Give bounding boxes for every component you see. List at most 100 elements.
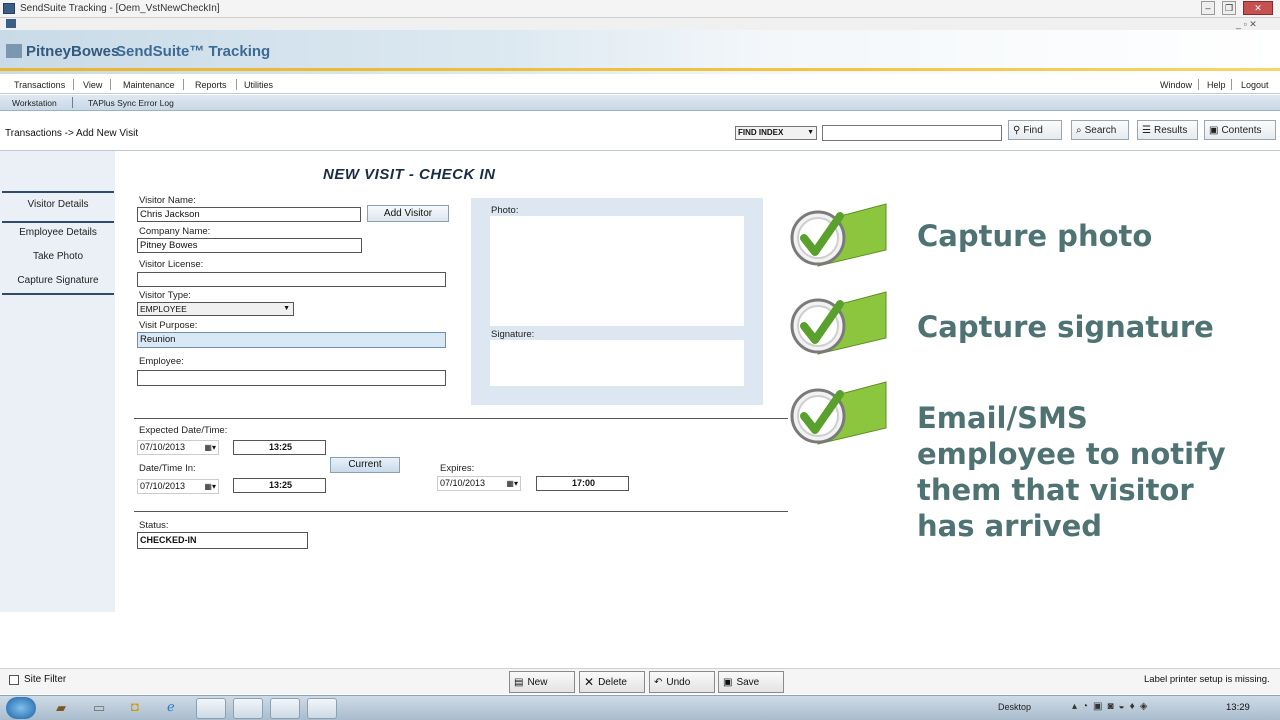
signature-area[interactable]	[490, 340, 744, 386]
mdi-controls[interactable]: _ ▫ ✕	[1236, 19, 1257, 30]
new-label: New	[527, 676, 548, 688]
media-panel: Photo: Signature:	[471, 198, 763, 405]
left-nav-panel: Visitor Details Employee Details Take Ph…	[0, 151, 115, 612]
search-button[interactable]: ⌕ Search	[1071, 120, 1129, 140]
expires-time-field[interactable]: 17:00	[536, 476, 629, 491]
bottom-bar: Site Filter ▤ New ✕ Delete ↶ Undo ▣ Save Lab…	[0, 668, 1280, 694]
save-button[interactable]: ▣ Save	[718, 671, 784, 693]
calendar-icon[interactable]: ▦▾	[204, 480, 216, 493]
save-label: Save	[736, 676, 760, 688]
minimize-icon[interactable]: –	[1201, 1, 1215, 15]
find-index-select[interactable]: FIND INDEX ▼	[735, 126, 817, 140]
visit-purpose-label: Visit Purpose:	[139, 320, 198, 331]
visitor-name-field[interactable]: Chris Jackson	[137, 207, 361, 222]
expires-date-field[interactable]: 07/10/2013 ▦▾	[437, 476, 521, 491]
save-icon: ▣	[723, 676, 733, 688]
employee-field[interactable]	[137, 370, 446, 386]
undo-button[interactable]: ↶ Undo	[649, 671, 715, 693]
ie-icon[interactable]: ℯ	[167, 699, 175, 715]
employee-label: Employee:	[139, 356, 184, 367]
submenu-workstation[interactable]: Workstation	[12, 98, 57, 108]
submenu-taplus-sync[interactable]: TAPlus Sync Error Log	[88, 98, 174, 108]
add-visitor-button[interactable]: Add Visitor	[367, 205, 449, 222]
word-taskbar-icon[interactable]	[196, 698, 226, 719]
new-button[interactable]: ▤ New	[509, 671, 575, 693]
visitor-type-value: EMPLOYEE	[140, 304, 187, 314]
status-label: Status:	[139, 520, 169, 531]
checkmark-icon	[790, 381, 887, 445]
menu-logout[interactable]: Logout	[1241, 80, 1269, 90]
in-time-field[interactable]: 13:25	[233, 478, 326, 493]
app-taskbar-icon[interactable]	[307, 698, 337, 719]
nav-visitor-details[interactable]: Visitor Details	[2, 194, 114, 216]
delete-button[interactable]: ✕ Delete	[579, 671, 645, 693]
photo-label: Photo:	[491, 205, 519, 216]
menu-maintenance[interactable]: Maintenance	[123, 80, 175, 90]
start-button-icon[interactable]	[6, 697, 36, 719]
outlook-icon[interactable]: ◘	[131, 699, 139, 714]
section-divider	[134, 511, 788, 512]
company-name-label: Company Name:	[139, 226, 211, 237]
visitor-license-field[interactable]	[137, 272, 446, 287]
calendar-icon[interactable]: ▦▾	[204, 441, 216, 454]
sendsuite-taskbar-icon[interactable]	[233, 698, 263, 719]
menu-separator	[1198, 79, 1199, 90]
menu-help[interactable]: Help	[1207, 80, 1226, 90]
results-button[interactable]: ☰ Results	[1137, 120, 1198, 140]
list-icon: ☰	[1142, 124, 1151, 136]
menu-transactions[interactable]: Transactions	[14, 80, 65, 90]
nav-employee-details[interactable]: Employee Details	[2, 222, 114, 244]
current-button[interactable]: Current	[330, 457, 400, 473]
visitor-name-label: Visitor Name:	[139, 195, 196, 206]
calendar-icon[interactable]: ▦▾	[506, 477, 518, 490]
visit-purpose-field[interactable]: Reunion	[137, 332, 446, 348]
desktop-toolbar-label[interactable]: Desktop	[998, 702, 1031, 712]
binoculars-icon: ⚲	[1013, 124, 1021, 136]
app-banner: PitneyBowes SendSuite™ Tracking	[0, 30, 1280, 74]
company-name-field[interactable]: Pitney Bowes	[137, 238, 362, 253]
os-taskbar: ▰ ▭ ◘ ℯ Desktop ▴◔▣◙◒♦◈ 13:29	[0, 695, 1280, 720]
menu-reports[interactable]: Reports	[195, 80, 227, 90]
site-filter-checkbox[interactable]	[9, 675, 19, 685]
status-message: Label printer setup is missing.	[1144, 674, 1270, 685]
search-icon: ⌕	[1076, 124, 1082, 136]
signature-label: Signature:	[491, 329, 535, 340]
delete-icon: ✕	[584, 675, 595, 689]
expected-date-field[interactable]: 07/10/2013 ▦▾	[137, 440, 219, 455]
menu-window[interactable]: Window	[1160, 80, 1192, 90]
nav-capture-signature[interactable]: Capture Signature	[2, 270, 114, 292]
in-date-field[interactable]: 07/10/2013 ▦▾	[137, 479, 219, 494]
menu-view[interactable]: View	[83, 80, 102, 90]
expected-date-value: 07/10/2013	[140, 442, 186, 452]
menu-utilities[interactable]: Utilities	[244, 80, 273, 90]
checkmark-icon	[790, 291, 887, 355]
contents-icon: ▣	[1209, 124, 1219, 136]
datetime-in-label: Date/Time In:	[139, 463, 196, 474]
expected-time-field[interactable]: 13:25	[233, 440, 326, 455]
contents-button[interactable]: ▣ Contents	[1204, 120, 1276, 140]
visitor-type-label: Visitor Type:	[139, 290, 191, 301]
submenu-bar: Workstation TAPlus Sync Error Log	[0, 95, 1280, 111]
photo-area[interactable]	[490, 216, 744, 326]
find-button[interactable]: ⚲ Find	[1008, 120, 1062, 140]
app-taskbar-icon[interactable]	[270, 698, 300, 719]
callout-capture-signature: Capture signature	[917, 310, 1214, 344]
folder-icon[interactable]: ▭	[93, 700, 105, 716]
nav-take-photo[interactable]: Take Photo	[2, 246, 114, 268]
close-icon[interactable]: ✕	[1243, 1, 1273, 15]
restore-icon[interactable]: ❐	[1222, 1, 1236, 15]
section-divider	[134, 418, 788, 419]
toolbar: Transactions -> Add New Visit FIND INDEX…	[0, 116, 1280, 150]
menu-separator	[73, 79, 74, 90]
product-name: SendSuite™ Tracking	[116, 43, 271, 60]
visitor-type-select[interactable]: EMPLOYEE ▼	[137, 302, 294, 316]
form-title: NEW VISIT - CHECK IN	[323, 166, 496, 183]
status-field[interactable]: CHECKED-IN	[137, 532, 308, 549]
menu-bar: Transactions View Maintenance Reports Ut…	[0, 76, 1280, 94]
tray-icons[interactable]: ▴◔▣◙◒♦◈	[1072, 701, 1152, 712]
find-input[interactable]	[822, 125, 1002, 141]
brand-name: PitneyBowes	[26, 43, 120, 60]
explorer-icon[interactable]: ▰	[56, 700, 66, 716]
divider	[0, 150, 1280, 151]
clock: 13:29	[1226, 702, 1250, 713]
